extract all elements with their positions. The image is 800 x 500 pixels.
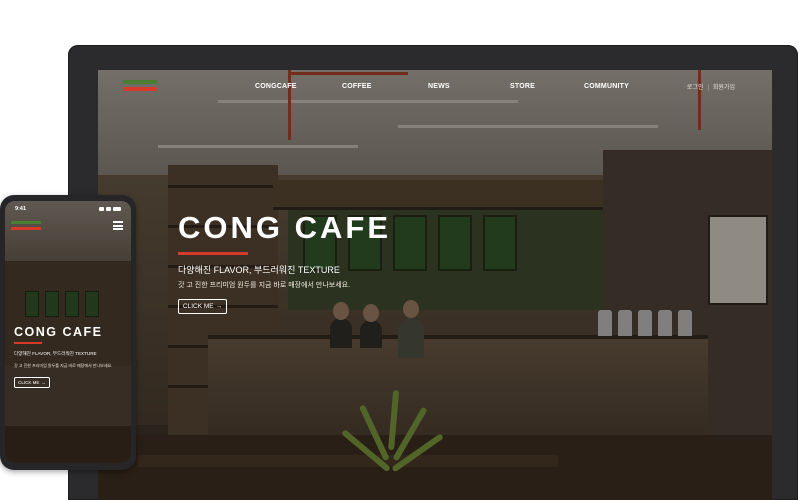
nav-link-coffee[interactable]: COFFEE [342, 83, 372, 90]
nav-link-news[interactable]: NEWS [428, 83, 450, 90]
hero-title-underline [178, 252, 248, 255]
hero-title: CONG CAFE [178, 210, 391, 245]
arrow-right-icon: → [215, 303, 223, 310]
hero-subtitle: 다양해진 FLAVOR, 부드러워진 TEXTURE [178, 265, 340, 275]
nav-link-store[interactable]: STORE [510, 83, 535, 90]
mobile-hero-title: CONG CAFE [14, 325, 103, 339]
mobile-click-me-label: CLICK ME [18, 380, 40, 385]
login-link[interactable]: 로그인 [687, 85, 704, 91]
signup-link[interactable]: 회원가입 [713, 85, 735, 91]
nav-link-congcafe[interactable]: CONGCAFE [255, 83, 297, 90]
mobile-arrow-right-icon: → [41, 380, 46, 385]
top-navigation: CONGCAFE COFFEE NEWS STORE COMMUNITY 로그인… [98, 70, 772, 110]
mobile-hero-subtitle: 다양해진 FLAVOR, 부드러워진 TEXTURE [14, 351, 97, 356]
desktop-screen: CONGCAFE COFFEE NEWS STORE COMMUNITY 로그인… [98, 70, 772, 500]
desktop-monitor-frame: CONGCAFE COFFEE NEWS STORE COMMUNITY 로그인… [68, 45, 798, 500]
nav-link-community[interactable]: COMMUNITY [584, 83, 629, 90]
status-time: 9:41 [15, 206, 27, 212]
mobile-hero-description: 갓 고 진한 프리미엄 원두를 지금 바로 매장에서 만나보세요. [14, 363, 113, 368]
hero-description: 갓 고 진한 프리미엄 원두를 지금 바로 매장에서 만나보세요. [178, 282, 351, 289]
status-icons [99, 207, 121, 211]
utility-separator: | [707, 85, 709, 91]
signal-icon [99, 207, 104, 211]
click-me-button[interactable]: CLICK ME → [178, 299, 227, 314]
mobile-screen: 9:41 CONG CAFE 다양해진 FLAVOR, 부드러워진 TEXTUR… [5, 201, 131, 463]
mobile-click-me-button[interactable]: CLICK ME → [14, 377, 50, 388]
wifi-icon [106, 207, 111, 211]
mockup-stage: CONGCAFE COFFEE NEWS STORE COMMUNITY 로그인… [0, 0, 800, 500]
hamburger-menu-icon[interactable] [113, 221, 123, 230]
mobile-congcafe-logo[interactable] [11, 221, 41, 233]
utility-links: 로그인 | 회원가입 [687, 82, 735, 91]
congcafe-logo[interactable] [123, 80, 157, 94]
mobile-phone-frame: 9:41 CONG CAFE 다양해진 FLAVOR, 부드러워진 TEXTUR… [0, 195, 136, 470]
mobile-status-bar: 9:41 [15, 206, 121, 214]
click-me-label: CLICK ME [182, 303, 214, 310]
mobile-hero-underline [14, 342, 42, 344]
battery-icon [113, 207, 121, 211]
